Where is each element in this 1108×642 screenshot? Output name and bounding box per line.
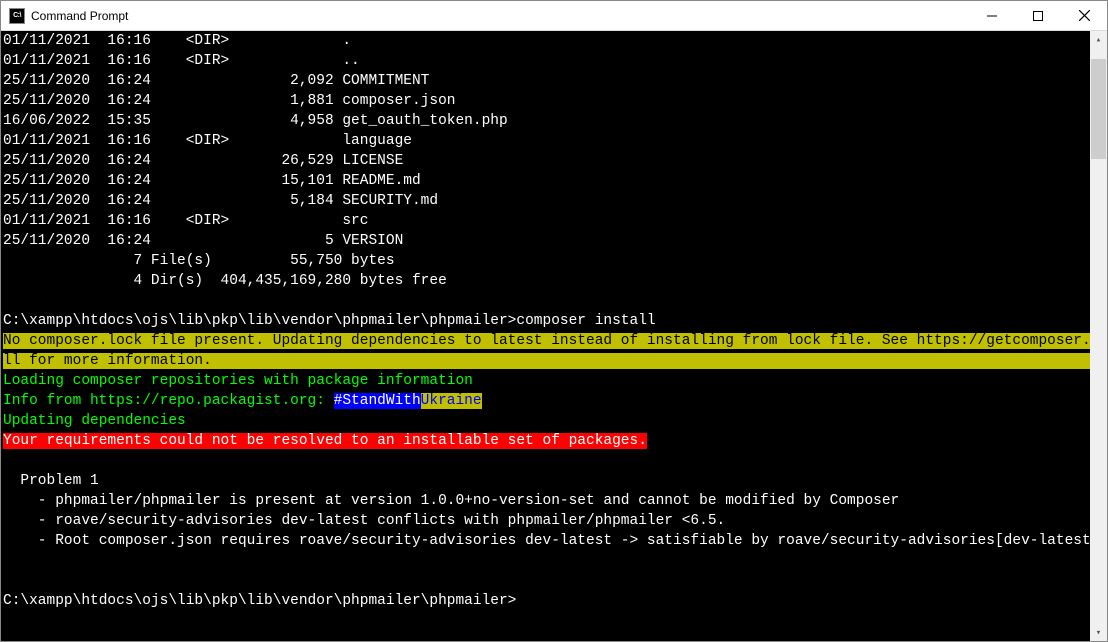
terminal-line [3,571,1090,591]
terminal-line: Your requirements could not be resolved … [3,431,1090,451]
terminal-line: Loading composer repositories with packa… [3,371,1090,391]
terminal-line: 25/11/2020 16:24 1,881 composer.json [3,91,1090,111]
minimize-button[interactable] [969,1,1015,31]
terminal-line: - phpmailer/phpmailer is present at vers… [3,491,1090,511]
terminal-line: Problem 1 [3,471,1090,491]
terminal-line: 01/11/2021 16:16 <DIR> language [3,131,1090,151]
terminal-line: ll for more information. [3,351,1090,371]
terminal-line [3,451,1090,471]
terminal-line: 01/11/2021 16:16 <DIR> .. [3,51,1090,71]
terminal-line: Info from https://repo.packagist.org: #S… [3,391,1090,411]
window-controls [969,1,1107,31]
scroll-down-icon[interactable]: ▾ [1090,624,1107,641]
terminal-area: 01/11/2021 16:16 <DIR> .01/11/2021 16:16… [1,31,1107,641]
terminal-line: 16/06/2022 15:35 4,958 get_oauth_token.p… [3,111,1090,131]
terminal-line: 7 File(s) 55,750 bytes [3,251,1090,271]
cmd-icon: C:\ [9,8,25,24]
terminal-line: C:\xampp\htdocs\ojs\lib\pkp\lib\vendor\p… [3,591,1090,611]
scroll-up-icon[interactable]: ▴ [1090,31,1107,48]
terminal-line: Updating dependencies [3,411,1090,431]
window-title: Command Prompt [31,9,969,23]
terminal-line: - Root composer.json requires roave/secu… [3,531,1090,551]
terminal-line: 01/11/2021 16:16 <DIR> . [3,31,1090,51]
command-prompt-window: C:\ Command Prompt 01/11/2021 16:16 <DIR… [0,0,1108,642]
maximize-button[interactable] [1015,1,1061,31]
terminal-line: 25/11/2020 16:24 15,101 README.md [3,171,1090,191]
terminal-line: 25/11/2020 16:24 26,529 LICENSE [3,151,1090,171]
terminal-line: - roave/security-advisories dev-latest c… [3,511,1090,531]
terminal-line: 4 Dir(s) 404,435,169,280 bytes free [3,271,1090,291]
close-button[interactable] [1061,1,1107,31]
scrollbar-thumb[interactable] [1091,59,1106,159]
terminal-output[interactable]: 01/11/2021 16:16 <DIR> .01/11/2021 16:16… [1,31,1090,641]
terminal-line: 01/11/2021 16:16 <DIR> src [3,211,1090,231]
titlebar[interactable]: C:\ Command Prompt [1,1,1107,31]
terminal-line [3,291,1090,311]
terminal-line: 25/11/2020 16:24 5 VERSION [3,231,1090,251]
terminal-line: 25/11/2020 16:24 2,092 COMMITMENT [3,71,1090,91]
terminal-line [3,551,1090,571]
vertical-scrollbar[interactable]: ▴ ▾ [1090,31,1107,641]
terminal-line: C:\xampp\htdocs\ojs\lib\pkp\lib\vendor\p… [3,311,1090,331]
terminal-line: No composer.lock file present. Updating … [3,331,1090,351]
terminal-line: 25/11/2020 16:24 5,184 SECURITY.md [3,191,1090,211]
